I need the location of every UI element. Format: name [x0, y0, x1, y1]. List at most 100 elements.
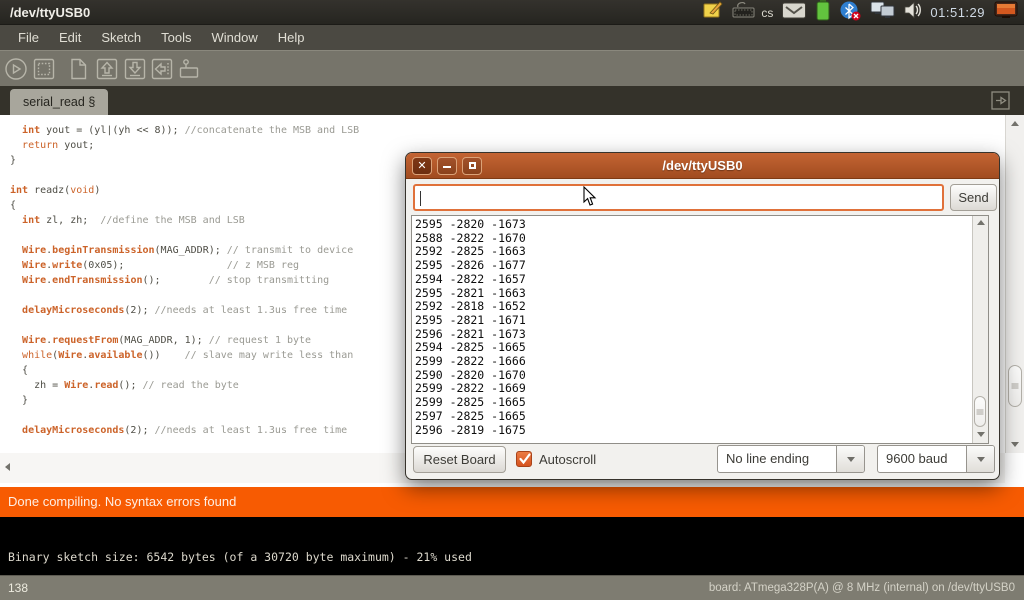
- editor-vertical-scrollbar[interactable]: [1005, 115, 1024, 453]
- panel-window-title: /dev/ttyUSB0: [10, 0, 90, 25]
- maximize-icon[interactable]: [462, 157, 482, 175]
- menu-window[interactable]: Window: [201, 25, 267, 50]
- window-controls: ✕: [412, 157, 482, 175]
- upload-icon[interactable]: [150, 57, 174, 81]
- open-icon[interactable]: [95, 57, 119, 81]
- mouse-cursor: [583, 186, 597, 212]
- scroll-left-icon[interactable]: [5, 463, 10, 471]
- serial-line: 2594 -2822 -1657: [415, 273, 526, 287]
- stop-icon[interactable]: [32, 57, 56, 81]
- menu-help[interactable]: Help: [268, 25, 315, 50]
- session-icon[interactable]: [994, 1, 1018, 25]
- reset-board-button[interactable]: Reset Board: [413, 446, 506, 473]
- line-ending-value: No line ending: [718, 446, 836, 472]
- serial-line: 2590 -2820 -1670: [415, 369, 526, 383]
- menu-sketch[interactable]: Sketch: [91, 25, 151, 50]
- code-line: [10, 318, 359, 333]
- code-line: {: [10, 363, 359, 378]
- keyboard-icon[interactable]: [732, 0, 756, 25]
- text-caret: [420, 191, 421, 206]
- system-tray: cs 01:51:29: [703, 0, 1022, 25]
- line-ending-dropdown[interactable]: No line ending: [717, 445, 865, 473]
- menu-file[interactable]: File: [8, 25, 49, 50]
- volume-icon[interactable]: [904, 1, 921, 24]
- line-number-indicator: 138: [8, 576, 28, 600]
- footer-bar: 138 board: ATmega328P(A) @ 8 MHz (intern…: [0, 575, 1024, 600]
- chevron-down-icon[interactable]: [966, 446, 994, 472]
- code-line: Wire.beginTransmission(MAG_ADDR); // tra…: [10, 243, 359, 258]
- code-line: return yout;: [10, 138, 359, 153]
- code-line: int readz(void): [10, 183, 359, 198]
- bluetooth-off-icon[interactable]: [840, 0, 861, 26]
- menu-tools[interactable]: Tools: [151, 25, 201, 50]
- serial-line: 2596 -2821 -1673: [415, 328, 526, 342]
- serial-input[interactable]: [419, 187, 939, 208]
- serial-monitor-window: /dev/ttyUSB0 ✕ Send 2595 -2820 -16732588…: [405, 152, 1000, 480]
- minimize-icon[interactable]: [437, 157, 457, 175]
- serial-output-area[interactable]: 2595 -2820 -16732588 -2822 -1670 2592 -28…: [411, 215, 989, 444]
- save-icon[interactable]: [123, 57, 147, 81]
- scroll-up-icon[interactable]: [977, 220, 985, 225]
- serial-line: 2599 -2825 -1665: [415, 396, 526, 410]
- network-icon[interactable]: [870, 0, 895, 25]
- code-line: delayMicroseconds(2); //needs at least 1…: [10, 303, 359, 318]
- code-line: Wire.endTransmission(); // stop transmit…: [10, 273, 359, 288]
- baud-rate-dropdown[interactable]: 9600 baud: [877, 445, 995, 473]
- new-sketch-icon[interactable]: [66, 57, 90, 81]
- code-line: }: [10, 153, 359, 168]
- code-line: zh = Wire.read(); // read the byte: [10, 378, 359, 393]
- send-button[interactable]: Send: [950, 184, 997, 211]
- scroll-up-icon[interactable]: [1011, 121, 1019, 126]
- clock[interactable]: 01:51:29: [930, 5, 985, 20]
- toolbar: [0, 50, 1024, 86]
- close-icon[interactable]: ✕: [412, 157, 432, 175]
- code-line: while(Wire.available()) // slave may wri…: [10, 348, 359, 363]
- code-line: {: [10, 198, 359, 213]
- keyboard-layout-indicator[interactable]: cs: [761, 6, 773, 20]
- editor-scrollbar-thumb[interactable]: [1008, 365, 1022, 407]
- code-line: delayMicroseconds(2); //needs at least 1…: [10, 423, 359, 438]
- tab-menu-icon[interactable]: [991, 91, 1010, 110]
- autoscroll-label: Autoscroll: [539, 452, 596, 467]
- tab-bar: serial_read §: [0, 86, 1024, 115]
- serial-monitor-icon[interactable]: [177, 57, 201, 81]
- code-line: int yout = (yl|(yh << 8)); //concatenate…: [10, 123, 359, 138]
- serial-input-field: [413, 184, 944, 211]
- code-line: [10, 408, 359, 423]
- serial-line: 2595 -2826 -1677: [415, 259, 526, 273]
- serial-scrollbar[interactable]: [972, 216, 988, 443]
- serial-output: 2595 -2820 -16732588 -2822 -1670 2592 -28…: [415, 218, 526, 437]
- board-info: board: ATmega328P(A) @ 8 MHz (internal) …: [709, 576, 1015, 600]
- code-line: [10, 228, 359, 243]
- autoscroll-checkbox[interactable]: [516, 451, 532, 467]
- serial-line: 2599 -2822 -1669: [415, 382, 526, 396]
- serial-scrollbar-thumb[interactable]: [974, 396, 986, 427]
- note-icon[interactable]: [703, 0, 723, 25]
- code-line: Wire.requestFrom(MAG_ADDR, 1); // reques…: [10, 333, 359, 348]
- scroll-down-icon[interactable]: [1011, 442, 1019, 447]
- tab-serial-read[interactable]: serial_read §: [10, 89, 108, 115]
- baud-rate-value: 9600 baud: [878, 446, 966, 472]
- mail-icon[interactable]: [782, 2, 806, 24]
- serial-line: 2595 -2820 -1673: [415, 218, 526, 232]
- serial-line: 2595 -2821 -1671: [415, 314, 526, 328]
- serial-monitor-title: /dev/ttyUSB0: [406, 153, 999, 179]
- code-line: Wire.write(0x05); // z MSB reg: [10, 258, 359, 273]
- code-lines: int yout = (yl|(yh << 8)); //concatenate…: [10, 123, 359, 438]
- verify-icon[interactable]: [4, 57, 28, 81]
- code-line: [10, 168, 359, 183]
- console-text: Binary sketch size: 6542 bytes (of a 307…: [8, 550, 472, 564]
- battery-icon[interactable]: [815, 0, 831, 26]
- serial-monitor-titlebar[interactable]: /dev/ttyUSB0 ✕: [406, 153, 999, 179]
- serial-line: 2595 -2821 -1663: [415, 287, 526, 301]
- menu-bar: File Edit Sketch Tools Window Help: [0, 25, 1024, 50]
- menu-edit[interactable]: Edit: [49, 25, 91, 50]
- code-line: int zl, zh; //define the MSB and LSB: [10, 213, 359, 228]
- scroll-down-icon[interactable]: [977, 432, 985, 437]
- serial-line: 2599 -2822 -1666: [415, 355, 526, 369]
- serial-line: 2592 -2818 -1652: [415, 300, 526, 314]
- console-output: Binary sketch size: 6542 bytes (of a 307…: [0, 517, 1024, 575]
- serial-line: 2588 -2822 -1670: [415, 232, 526, 246]
- chevron-down-icon[interactable]: [836, 446, 864, 472]
- code-line: [10, 288, 359, 303]
